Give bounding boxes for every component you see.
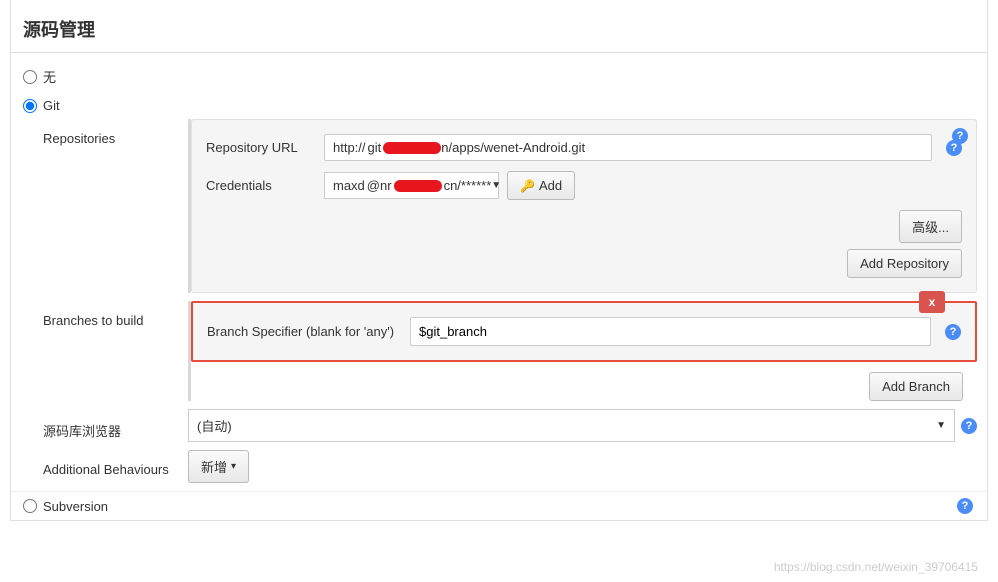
browser-label: 源码库浏览器 <box>43 409 188 440</box>
redacted-icon <box>394 180 442 192</box>
credentials-select[interactable]: maxd@nrcn/****** ▼ <box>324 172 499 199</box>
scm-git-label: Git <box>43 98 60 113</box>
credentials-label: Credentials <box>206 178 316 193</box>
advanced-button[interactable]: 高级... <box>899 210 962 243</box>
help-icon[interactable]: ? <box>952 128 968 144</box>
add-cred-label: Add <box>539 178 562 193</box>
scm-git-radio[interactable] <box>23 99 37 113</box>
browser-value: (自动) <box>197 416 232 435</box>
repo-url-input[interactable]: http://gitn/apps/wenet-Android.git <box>324 134 932 161</box>
behaviours-label: Additional Behaviours <box>43 450 188 477</box>
scm-none-radio[interactable] <box>23 70 37 84</box>
chevron-down-icon: ▼ <box>936 420 946 431</box>
help-icon[interactable]: ? <box>945 324 961 340</box>
key-icon: 🔑 <box>520 179 535 193</box>
add-behaviour-label: 新增 <box>201 457 227 476</box>
add-repository-button[interactable]: Add Repository <box>847 249 962 278</box>
branch-specifier-label: Branch Specifier (blank for 'any') <box>207 324 402 339</box>
watermark: https://blog.csdn.net/weixin_39706415 <box>774 560 978 574</box>
redacted-icon <box>383 142 441 154</box>
delete-branch-button[interactable]: x <box>919 291 945 313</box>
cred-prefix: maxd <box>333 178 365 193</box>
add-branch-button[interactable]: Add Branch <box>869 372 963 401</box>
scm-subversion-label: Subversion <box>43 499 108 514</box>
branches-box: x Branch Specifier (blank for 'any') ? <box>191 301 977 362</box>
scm-git-row[interactable]: Git <box>11 92 987 119</box>
browser-select[interactable]: (自动) ▼ <box>188 409 955 442</box>
chevron-down-icon: ▾ <box>231 461 236 472</box>
branch-specifier-input[interactable] <box>410 317 931 346</box>
branches-label: Branches to build <box>43 301 188 328</box>
section-title: 源码管理 <box>11 0 987 53</box>
chevron-down-icon: ▼ <box>491 180 501 191</box>
cred-suffix: cn/****** <box>444 178 492 193</box>
help-icon[interactable]: ? <box>961 418 977 434</box>
add-credentials-button[interactable]: 🔑 Add <box>507 171 575 200</box>
repositories-box: ? Repository URL http://gitn/apps/wenet-… <box>191 119 977 293</box>
repositories-label: Repositories <box>43 119 188 146</box>
scm-none-label: 无 <box>43 67 56 86</box>
add-behaviour-button[interactable]: 新增 ▾ <box>188 450 249 483</box>
help-icon[interactable]: ? <box>957 498 973 514</box>
repo-url-suffix: n/apps/wenet-Android.git <box>441 140 585 155</box>
repo-url-prefix: http:// <box>333 140 366 155</box>
repo-url-label: Repository URL <box>206 140 316 155</box>
scm-subversion-radio[interactable] <box>23 499 37 513</box>
scm-none-row[interactable]: 无 <box>11 61 987 92</box>
